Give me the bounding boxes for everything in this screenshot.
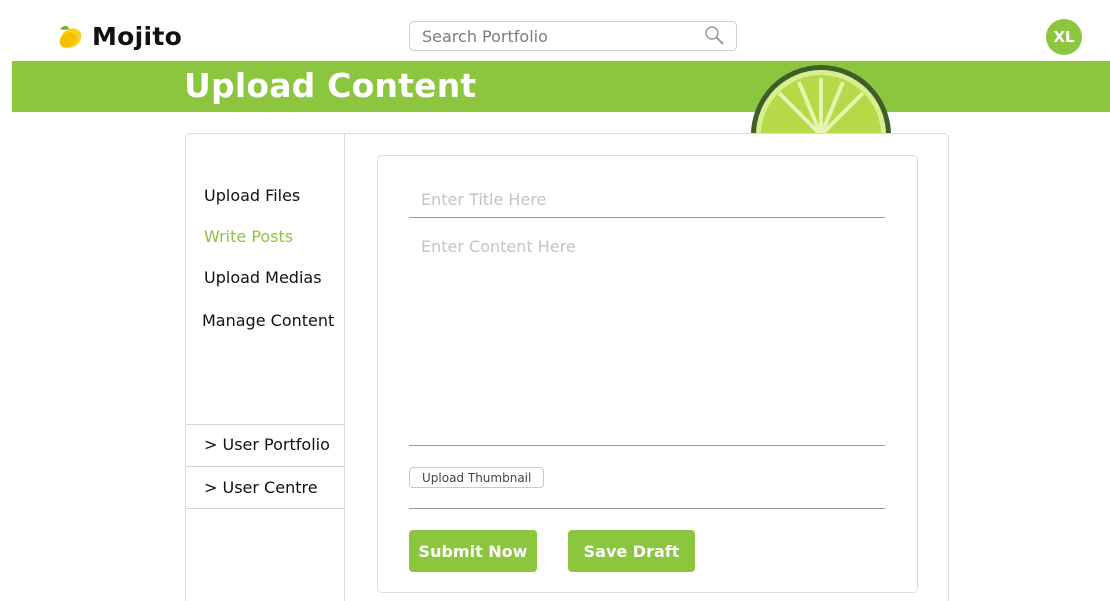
brand-name: Mojito: [92, 21, 183, 51]
sidebar-link-user-portfolio[interactable]: > User Portfolio: [204, 435, 330, 454]
lemon-icon: [59, 26, 82, 48]
sidebar-item-manage-content[interactable]: Manage Content: [202, 311, 334, 330]
page-banner: [12, 61, 1110, 112]
title-input[interactable]: [409, 182, 885, 218]
submit-now-button[interactable]: Submit Now: [409, 530, 537, 572]
sidebar-divider: [186, 466, 345, 467]
sidebar-item-upload-medias[interactable]: Upload Medias: [204, 268, 322, 287]
search-input[interactable]: Search Portfolio: [422, 27, 700, 46]
save-draft-button[interactable]: Save Draft: [568, 530, 695, 572]
brand-logo[interactable]: Mojito: [54, 20, 182, 52]
sidebar-item-upload-files[interactable]: Upload Files: [204, 186, 300, 205]
upload-thumbnail-button[interactable]: Upload Thumbnail: [409, 467, 545, 488]
search-bar[interactable]: Search Portfolio: [409, 21, 737, 51]
user-avatar[interactable]: XL: [1046, 19, 1082, 55]
sidebar-link-user-centre[interactable]: > User Centre: [204, 478, 318, 497]
post-editor: Upload Thumbnail Submit Now Save Draft: [377, 155, 918, 593]
main-panel: Upload Files Write Posts Upload Medias M…: [185, 133, 949, 601]
thumbnail-divider: [409, 508, 885, 509]
sidebar: Upload Files Write Posts Upload Medias M…: [186, 134, 345, 601]
lime-slice-decoration: [750, 64, 892, 136]
sidebar-divider: [186, 508, 345, 509]
sidebar-divider: [186, 424, 345, 425]
content-input[interactable]: [409, 228, 885, 446]
sidebar-item-write-posts[interactable]: Write Posts: [204, 227, 293, 246]
page-title: Upload Content: [184, 66, 477, 105]
search-icon[interactable]: [700, 21, 730, 51]
